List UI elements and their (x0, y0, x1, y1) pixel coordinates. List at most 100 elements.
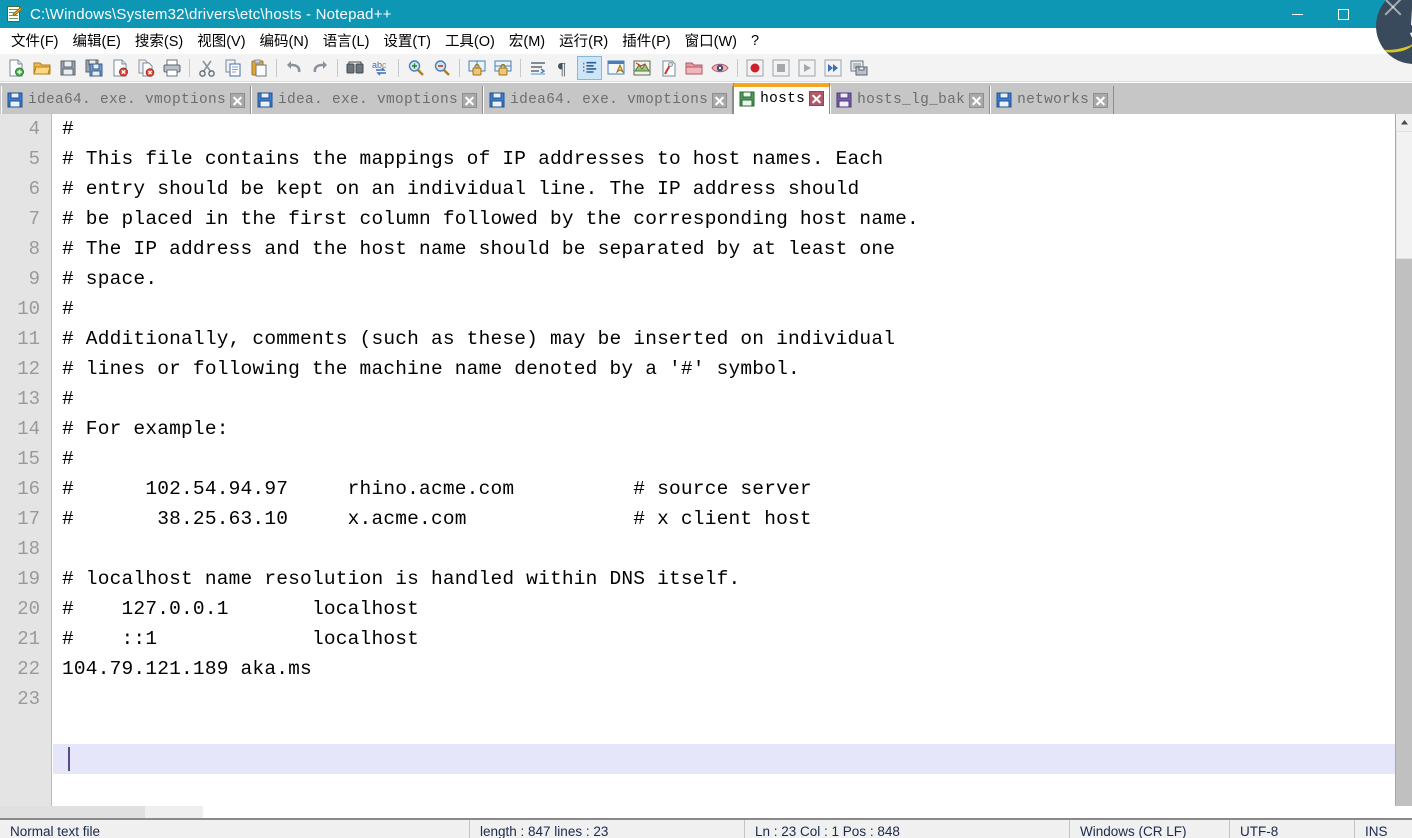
tab-hosts[interactable]: hosts (733, 83, 831, 114)
function-list-icon[interactable] (655, 56, 680, 80)
line-number: 4 (28, 118, 40, 140)
tab-idea-exe-vmoptions[interactable]: idea. exe. vmoptions (251, 86, 484, 114)
tab-close-button[interactable] (809, 91, 825, 106)
find-icon[interactable] (342, 56, 367, 80)
separator-3 (337, 58, 338, 77)
editor-area[interactable]: 4 # 5 # This file contains the mappings of… (0, 114, 1412, 818)
code-line: 19 # localhost name resolution is handled… (0, 564, 1395, 594)
copy-icon[interactable] (220, 56, 245, 80)
menu-macro[interactable]: 宏(M) (502, 27, 552, 54)
sync-horizontal-scroll-icon[interactable] (490, 56, 515, 80)
code-line: 23 (0, 684, 1395, 714)
menu-view[interactable]: 视图(V) (190, 27, 252, 54)
zoom-out-icon[interactable] (429, 56, 454, 80)
status-length-lines: length : 847 lines : 23 (470, 820, 745, 838)
tab-close-button[interactable] (712, 92, 728, 108)
show-all-characters-icon[interactable]: ¶ (551, 56, 576, 80)
sync-vertical-scroll-icon[interactable] (464, 56, 489, 80)
code-line: 6 # entry should be kept on an individual… (0, 174, 1395, 204)
cut-icon[interactable] (194, 56, 219, 80)
user-defined-dialog-icon[interactable] (603, 56, 628, 80)
code-line: 12 # lines or following the machine name … (0, 354, 1395, 384)
menu-edit[interactable]: 编辑(E) (66, 27, 128, 54)
menu-file[interactable]: 文件(F) (4, 27, 66, 54)
close-all-files-icon[interactable] (133, 56, 158, 80)
line-number: 9 (28, 268, 40, 290)
line-number: 13 (17, 388, 40, 410)
vertical-scrollbar[interactable] (1395, 114, 1412, 818)
zoom-in-icon[interactable] (403, 56, 428, 80)
save-icon[interactable] (55, 56, 80, 80)
tab-idea64-exe-vmoptions-1[interactable]: idea64. exe. vmoptions (1, 86, 252, 114)
menu-search[interactable]: 搜索(S) (128, 27, 190, 54)
line-text: # ::1 localhost (62, 628, 420, 650)
minimize-button[interactable] (1274, 0, 1320, 28)
undo-icon[interactable] (281, 56, 306, 80)
indent-guide-icon[interactable] (577, 55, 602, 80)
menu-help[interactable]: ? (744, 30, 766, 52)
document-monitor-icon[interactable] (707, 56, 732, 80)
stop-recording-icon[interactable] (768, 56, 793, 80)
record-macro-icon[interactable] (742, 56, 767, 80)
menu-run[interactable]: 运行(R) (552, 27, 615, 54)
chevron-up-icon (1401, 120, 1408, 125)
code-line-current[interactable] (0, 744, 1395, 774)
status-caret-info: Ln : 23 Col : 1 Pos : 848 (745, 820, 1070, 838)
tab-networks[interactable]: networks (990, 86, 1115, 114)
tab-close-button[interactable] (462, 92, 478, 108)
folder-as-workspace-icon[interactable] (681, 56, 706, 80)
notepadpp-window: C:\Windows\System32\drivers\etc\hosts - … (0, 0, 1412, 838)
play-macro-icon[interactable] (794, 56, 819, 80)
separator-4 (398, 58, 399, 77)
tab-hosts-lg-bak[interactable]: hosts_lg_bak (830, 86, 991, 114)
save-all-icon[interactable] (81, 56, 106, 80)
print-icon[interactable] (159, 56, 184, 80)
line-text: # entry should be kept on an individual … (62, 178, 860, 200)
separator-6 (520, 58, 521, 77)
horizontal-scrollbar-track[interactable] (0, 806, 203, 818)
menu-window[interactable]: 窗口(W) (678, 27, 744, 54)
maximize-button[interactable] (1320, 0, 1366, 28)
tab-label: idea. exe. vmoptions (278, 92, 459, 108)
code-line: 10 # (0, 294, 1395, 324)
horizontal-scrollbar-thumb[interactable] (145, 806, 203, 818)
menu-tools[interactable]: 工具(O) (438, 27, 502, 54)
save-macro-icon[interactable] (846, 56, 871, 80)
menu-settings[interactable]: 设置(T) (376, 27, 438, 54)
line-text: # localhost name resolution is handled w… (62, 568, 741, 590)
code-line: 14 # For example: (0, 414, 1395, 444)
horizontal-scrollbar[interactable] (0, 806, 1412, 818)
code-text-area[interactable]: 4 # 5 # This file contains the mappings of… (0, 114, 1395, 804)
replace-icon[interactable]: ab c (368, 56, 393, 80)
word-wrap-icon[interactable] (525, 56, 550, 80)
line-number: 19 (17, 568, 40, 590)
vertical-scrollbar-thumb[interactable] (1396, 131, 1412, 259)
toolbar: ab c ¶ (0, 54, 1412, 82)
menu-encoding[interactable]: 编码(N) (253, 27, 316, 54)
redo-icon[interactable] (307, 56, 332, 80)
tab-close-button[interactable] (969, 92, 985, 108)
line-text: # 127.0.0.1 localhost (62, 598, 420, 620)
code-line: 20 # 127.0.0.1 localhost (0, 594, 1395, 624)
svg-text:ab: ab (372, 60, 382, 70)
menu-language[interactable]: 语言(L) (316, 27, 377, 54)
close-file-icon[interactable] (107, 56, 132, 80)
document-map-icon[interactable] (629, 56, 654, 80)
menu-plugins[interactable]: 插件(P) (615, 27, 677, 54)
text-caret (68, 747, 70, 771)
line-text: # space. (62, 268, 158, 290)
run-macro-multiple-icon[interactable] (820, 56, 845, 80)
menu-bar: 文件(F) 编辑(E) 搜索(S) 视图(V) 编码(N) 语言(L) 设置(T… (0, 28, 1412, 54)
save-floppy-icon (257, 92, 273, 108)
code-line: 22 104.79.121.189 aka.ms (0, 654, 1395, 684)
tab-close-button[interactable] (1093, 92, 1109, 108)
status-file-type: Normal text file (0, 820, 470, 838)
line-text: # This file contains the mappings of IP … (62, 148, 884, 170)
save-floppy-icon (996, 92, 1012, 108)
scroll-up-button[interactable] (1396, 114, 1412, 131)
paste-icon[interactable] (246, 56, 271, 80)
tab-idea64-exe-vmoptions-2[interactable]: idea64. exe. vmoptions (483, 86, 734, 114)
new-file-icon[interactable] (3, 56, 28, 80)
tab-close-button[interactable] (230, 92, 246, 108)
open-file-icon[interactable] (29, 56, 54, 80)
